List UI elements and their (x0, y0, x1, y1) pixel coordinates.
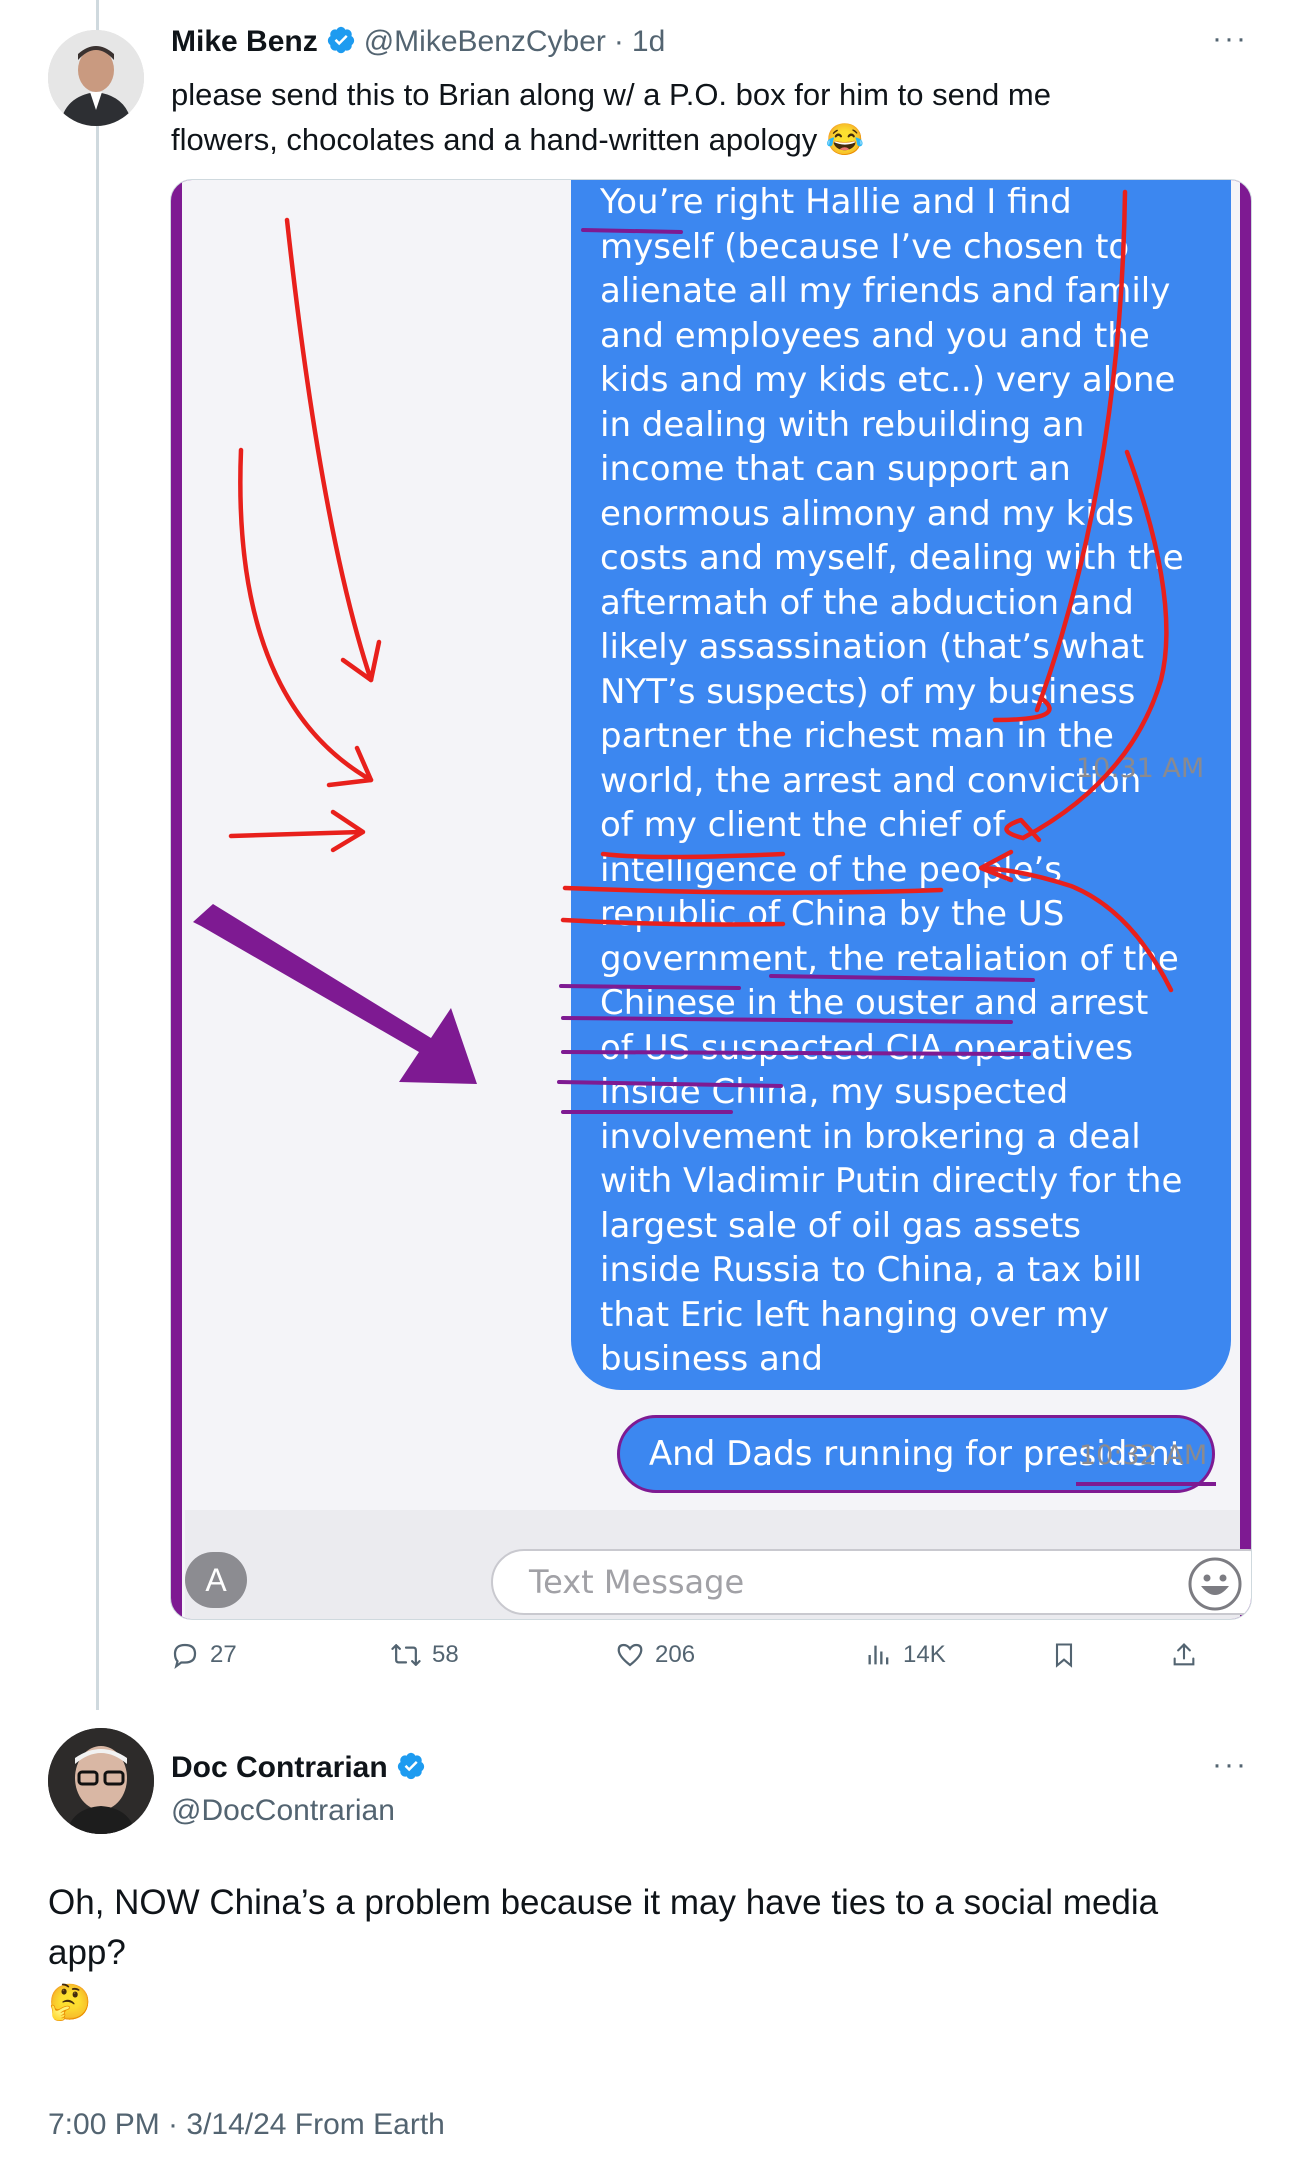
views-icon (868, 1645, 889, 1665)
bookmark-icon (1055, 1643, 1073, 1668)
red-underline (600, 851, 786, 860)
more-icon[interactable]: ··· (1212, 1748, 1248, 1782)
verified-badge-icon (326, 25, 356, 60)
author-name[interactable]: Mike Benz (171, 25, 318, 59)
purple-underline (559, 984, 741, 990)
annotation-overlay (193, 189, 1174, 1114)
text-message-input[interactable]: Text Message (491, 1549, 1251, 1615)
avatar-photo (48, 1728, 154, 1834)
purple-underline (769, 974, 1035, 982)
author-name[interactable]: Doc Contrarian (171, 1751, 388, 1785)
thread-connector-line (96, 0, 99, 1710)
avatar[interactable] (48, 1728, 154, 1834)
share-button[interactable] (1170, 1630, 1198, 1680)
purple-arrow (193, 904, 477, 1084)
retweet-button[interactable]: 58 (390, 1630, 459, 1680)
purple-underline (581, 228, 683, 234)
like-icon (617, 1643, 643, 1667)
retweet-icon (391, 1644, 421, 1666)
tweet-age[interactable]: 1d (632, 25, 665, 59)
reply-text-line: app? (48, 1933, 126, 1972)
more-icon[interactable]: ··· (1212, 22, 1248, 56)
red-arrow (1034, 189, 1128, 713)
avatar-photo (48, 30, 144, 126)
author-handle[interactable]: @DocContrarian (171, 1794, 395, 1828)
post-metadata[interactable]: 7:00 PM · 3/14/24 From Earth (48, 2108, 445, 2142)
laughing-emoji: 😂 (825, 122, 865, 157)
avatar[interactable] (48, 30, 144, 126)
verified-badge-icon (396, 1751, 426, 1786)
tweet-text-line: flowers, chocolates and a hand-written a… (171, 122, 818, 157)
red-arrow (978, 849, 1014, 883)
reply-count: 27 (210, 1641, 237, 1668)
reply-text: Oh, NOW China’s a problem because it may… (48, 1878, 1248, 2028)
red-underline (562, 885, 944, 895)
tweet-actions: 27 58 206 14K (170, 1630, 1195, 1680)
share-icon (1173, 1643, 1195, 1666)
reply-icon (173, 1643, 197, 1670)
purple-underline (557, 1080, 783, 1088)
reply-button[interactable]: 27 (170, 1630, 237, 1680)
red-arrow (980, 865, 1174, 993)
red-arrow (228, 829, 364, 839)
bookmark-button[interactable] (1050, 1630, 1078, 1680)
tweet-media-image[interactable]: You’re right Hallie and I find myself (be… (170, 179, 1252, 1620)
views-button[interactable]: 14K (865, 1630, 946, 1680)
author-handle[interactable]: @MikeBenzCyber (364, 25, 606, 59)
tweet-text: please send this to Brian along w/ a P.O… (171, 72, 1221, 162)
emoji-icon[interactable] (1187, 1556, 1243, 1617)
purple-underline (561, 1016, 1013, 1024)
like-button[interactable]: 206 (615, 1630, 695, 1680)
reply-text-line: Oh, NOW China’s a problem because it may… (48, 1883, 1159, 1922)
retweet-count: 58 (432, 1641, 459, 1668)
app-store-icon[interactable]: A (185, 1552, 247, 1608)
tweet-text-line: please send this to Brian along w/ a P.O… (171, 77, 1051, 112)
separator: · (613, 25, 624, 58)
tweet-header: Mike Benz @MikeBenzCyber · 1d (171, 20, 665, 64)
reply-header: Doc Contrarian (171, 1746, 426, 1790)
purple-underline (561, 1050, 1031, 1056)
thinking-emoji: 🤔 (48, 1983, 92, 2022)
red-underline (560, 917, 786, 927)
view-count: 14K (903, 1641, 946, 1668)
like-count: 206 (655, 1641, 696, 1668)
red-arrow (284, 217, 374, 683)
